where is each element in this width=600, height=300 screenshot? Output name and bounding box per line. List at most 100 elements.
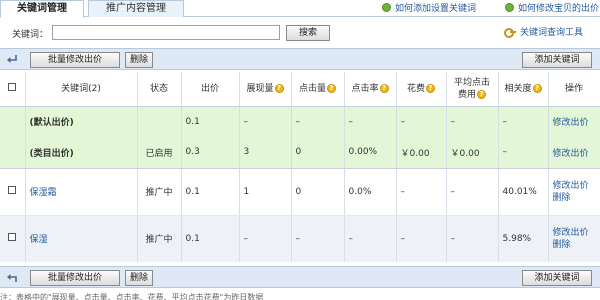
- question-icon[interactable]: ?: [274, 83, 284, 93]
- impressions-cell: –: [239, 106, 292, 137]
- col-cost: 花费?: [396, 72, 447, 107]
- add-keyword-button[interactable]: 添加关键词: [522, 270, 592, 286]
- action-cell: 修改出价 删除: [548, 215, 600, 262]
- row-checkbox[interactable]: [8, 186, 17, 194]
- question-icon[interactable]: ?: [379, 83, 389, 93]
- edit-bid-link[interactable]: 修改出价: [553, 118, 589, 128]
- keyword-cell: 保湿霜: [25, 168, 138, 216]
- keyword-query-tool-link[interactable]: 关键词查询工具: [504, 25, 583, 38]
- tab-keyword-management[interactable]: 关键词管理: [0, 0, 84, 18]
- question-icon[interactable]: ?: [426, 83, 435, 93]
- help-link-label: 如何添加设置关键词: [395, 4, 477, 14]
- cost-cell: –: [396, 215, 447, 262]
- search-row: 关键词： 搜索 关键词查询工具: [0, 22, 600, 44]
- relevance-cell: –: [498, 106, 549, 137]
- help-icon: [505, 3, 514, 12]
- clicks-cell: –: [291, 215, 345, 262]
- state-cell: 推广中: [137, 215, 182, 262]
- action-cell: 修改出价: [548, 106, 600, 137]
- action-cell: 修改出价 删除: [548, 168, 600, 216]
- tool-link-label: 关键词查询工具: [520, 28, 584, 38]
- cost-cell: –: [396, 168, 447, 216]
- search-button[interactable]: 搜索: [286, 25, 330, 41]
- col-ctr: 点击率?: [344, 72, 397, 107]
- keyword-cell: 保湿: [25, 215, 138, 262]
- select-all-cell: [0, 72, 26, 107]
- impressions-cell: –: [239, 215, 292, 262]
- avg-cpc-cell: ￥0.00: [446, 137, 499, 169]
- col-state: 状态: [137, 72, 182, 107]
- avg-cpc-cell: –: [446, 168, 499, 216]
- relevance-cell: 40.01%: [498, 168, 549, 216]
- cost-cell: –: [396, 106, 447, 137]
- ctr-cell: –: [344, 215, 397, 262]
- col-action: 操作: [548, 72, 600, 107]
- row-checkbox[interactable]: [8, 233, 17, 242]
- bid-cell: 0.1: [181, 168, 240, 216]
- toolbar-bottom: 批量修改出价 删除 添加关键词: [0, 266, 600, 288]
- state-cell: 已启用: [137, 137, 182, 169]
- impressions-cell: 1: [239, 168, 292, 216]
- avg-cpc-cell: –: [446, 106, 499, 137]
- keyword-cell: (类目出价): [25, 137, 138, 169]
- help-icon: [382, 3, 391, 12]
- col-keyword: 关键词(2): [25, 72, 138, 107]
- keyword-link[interactable]: 保湿: [30, 235, 48, 245]
- delete-button[interactable]: 删除: [125, 270, 153, 286]
- toolbar-top: 批量修改出价 删除 添加关键词: [0, 48, 600, 70]
- help-link-add-keyword[interactable]: 如何添加设置关键词: [382, 1, 476, 14]
- clicks-cell: 0: [291, 137, 345, 169]
- col-clicks: 点击量?: [291, 72, 345, 107]
- table-row: 保湿霜 推广中 0.1 1 0 0.0% – – 40.01% 修改出价 删除: [0, 168, 600, 216]
- tab-promotion-content[interactable]: 推广内容管理: [88, 0, 184, 17]
- search-label: 关键词：: [12, 30, 49, 40]
- footnote: 注：表格中的"展现量、点击量、点击率、花费、平均点击花费"为昨日数据: [0, 293, 264, 300]
- col-avg-cpc: 平均点击费用?: [446, 72, 499, 107]
- ctr-cell: 0.00%: [344, 137, 397, 169]
- tab-bar: 关键词管理 推广内容管理 如何添加设置关键词 如何修改宝贝的出价: [0, 0, 600, 18]
- edit-bid-link[interactable]: 修改出价: [553, 227, 596, 239]
- edit-bid-link[interactable]: 修改出价: [553, 149, 589, 159]
- question-icon[interactable]: ?: [477, 89, 486, 99]
- avg-cpc-cell: –: [446, 215, 499, 262]
- table-row: 保湿 推广中 0.1 – – – – – 5.98% 修改出价 删除: [0, 215, 600, 262]
- delete-button[interactable]: 删除: [125, 52, 153, 68]
- table-header: 关键词(2) 状态 出价 展现量? 点击量? 点击率? 花费? 平均点击费用? …: [0, 72, 600, 107]
- return-arrow-icon: [7, 274, 17, 282]
- ctr-cell: 0.0%: [344, 168, 397, 216]
- question-icon[interactable]: ?: [532, 83, 542, 93]
- keyword-cell: (默认出价): [25, 106, 138, 137]
- col-bid: 出价: [181, 72, 240, 107]
- help-link-change-bid[interactable]: 如何修改宝贝的出价: [505, 1, 599, 14]
- relevance-cell: –: [498, 137, 549, 169]
- relevance-cell: 5.98%: [498, 215, 549, 262]
- cost-cell: ￥0.00: [396, 137, 447, 169]
- bid-cell: 0.3: [181, 137, 240, 169]
- col-impressions: 展现量?: [239, 72, 292, 107]
- col-relevance: 相关度?: [498, 72, 549, 107]
- return-arrow-icon: [7, 55, 17, 63]
- bid-cell: 0.1: [181, 106, 240, 137]
- bid-cell: 0.1: [181, 215, 240, 262]
- keyword-table: 关键词(2) 状态 出价 展现量? 点击量? 点击率? 花费? 平均点击费用? …: [0, 72, 600, 262]
- state-cell: [137, 106, 182, 137]
- action-cell: 修改出价: [548, 137, 600, 169]
- question-icon[interactable]: ?: [327, 83, 336, 93]
- edit-bid-link[interactable]: 修改出价: [553, 180, 596, 192]
- select-all-checkbox[interactable]: [8, 82, 17, 91]
- delete-link[interactable]: 删除: [553, 192, 596, 204]
- batch-edit-bid-button[interactable]: 批量修改出价: [30, 270, 120, 286]
- batch-edit-bid-button[interactable]: 批量修改出价: [30, 52, 120, 68]
- delete-link[interactable]: 删除: [553, 239, 596, 251]
- search-input[interactable]: [52, 25, 280, 40]
- impressions-cell: 3: [239, 137, 292, 169]
- add-keyword-button[interactable]: 添加关键词: [522, 52, 592, 68]
- clicks-cell: 0: [291, 168, 345, 216]
- keyword-link[interactable]: 保湿霜: [30, 188, 57, 198]
- help-link-label: 如何修改宝贝的出价: [518, 4, 600, 14]
- ctr-cell: –: [344, 106, 397, 137]
- table-row-default-bid: (默认出价) 0.1 – – – – – – 修改出价: [0, 106, 600, 137]
- key-icon: [504, 27, 516, 38]
- clicks-cell: –: [291, 106, 345, 137]
- table-row-category-bid: (类目出价) 已启用 0.3 3 0 0.00% ￥0.00 ￥0.00 – 修…: [0, 137, 600, 169]
